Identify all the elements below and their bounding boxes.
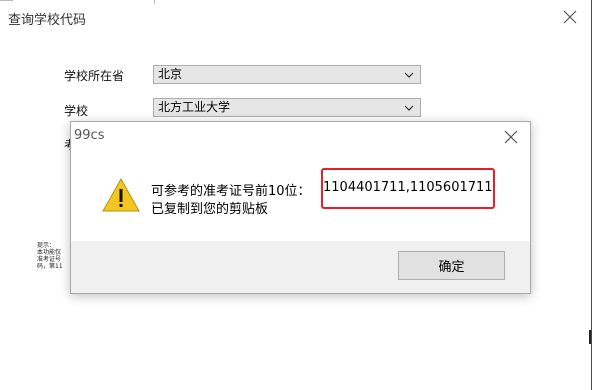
window-title: 查询学校代码	[8, 13, 87, 28]
message-copied: 已复制到您的剪贴板	[151, 202, 269, 217]
window-border	[591, 0, 592, 390]
chevron-down-icon	[404, 105, 414, 111]
message-prefix: 可参考的准考证号前10位：	[151, 184, 311, 199]
message-dialog: 99cs 可参考的准考证号前10位： 1104401711,1105601711…	[70, 121, 531, 294]
hint-line: 准考证号	[37, 256, 62, 263]
ok-button[interactable]: 确定	[398, 251, 505, 280]
hint-text: 提示： 本功能仅 准考证号 码，第11	[37, 242, 71, 270]
dialog-footer: 确定	[71, 241, 530, 293]
warning-icon	[102, 177, 140, 212]
school-select[interactable]: 北方工业大学	[153, 98, 421, 117]
close-button[interactable]	[560, 7, 580, 27]
close-icon	[504, 130, 518, 144]
province-select[interactable]: 北京	[153, 65, 421, 84]
close-icon	[563, 10, 577, 24]
chevron-down-icon	[404, 72, 414, 78]
province-label: 学校所在省	[64, 69, 125, 83]
window-border	[589, 330, 591, 344]
hint-line: 本功能仅	[37, 249, 62, 256]
dialog-title: 99cs	[74, 128, 105, 143]
window-edge	[154, 0, 155, 4]
school-label: 学校	[64, 104, 89, 118]
hint-line: 码，第11	[37, 263, 63, 270]
province-value: 北京	[158, 67, 183, 81]
hint-line: 提示：	[37, 242, 56, 249]
school-value: 北方工业大学	[158, 100, 231, 114]
window-edge	[0, 0, 13, 1]
dialog-close-button[interactable]	[501, 127, 521, 147]
exam-number-codes: 1104401711,1105601711	[323, 180, 493, 195]
